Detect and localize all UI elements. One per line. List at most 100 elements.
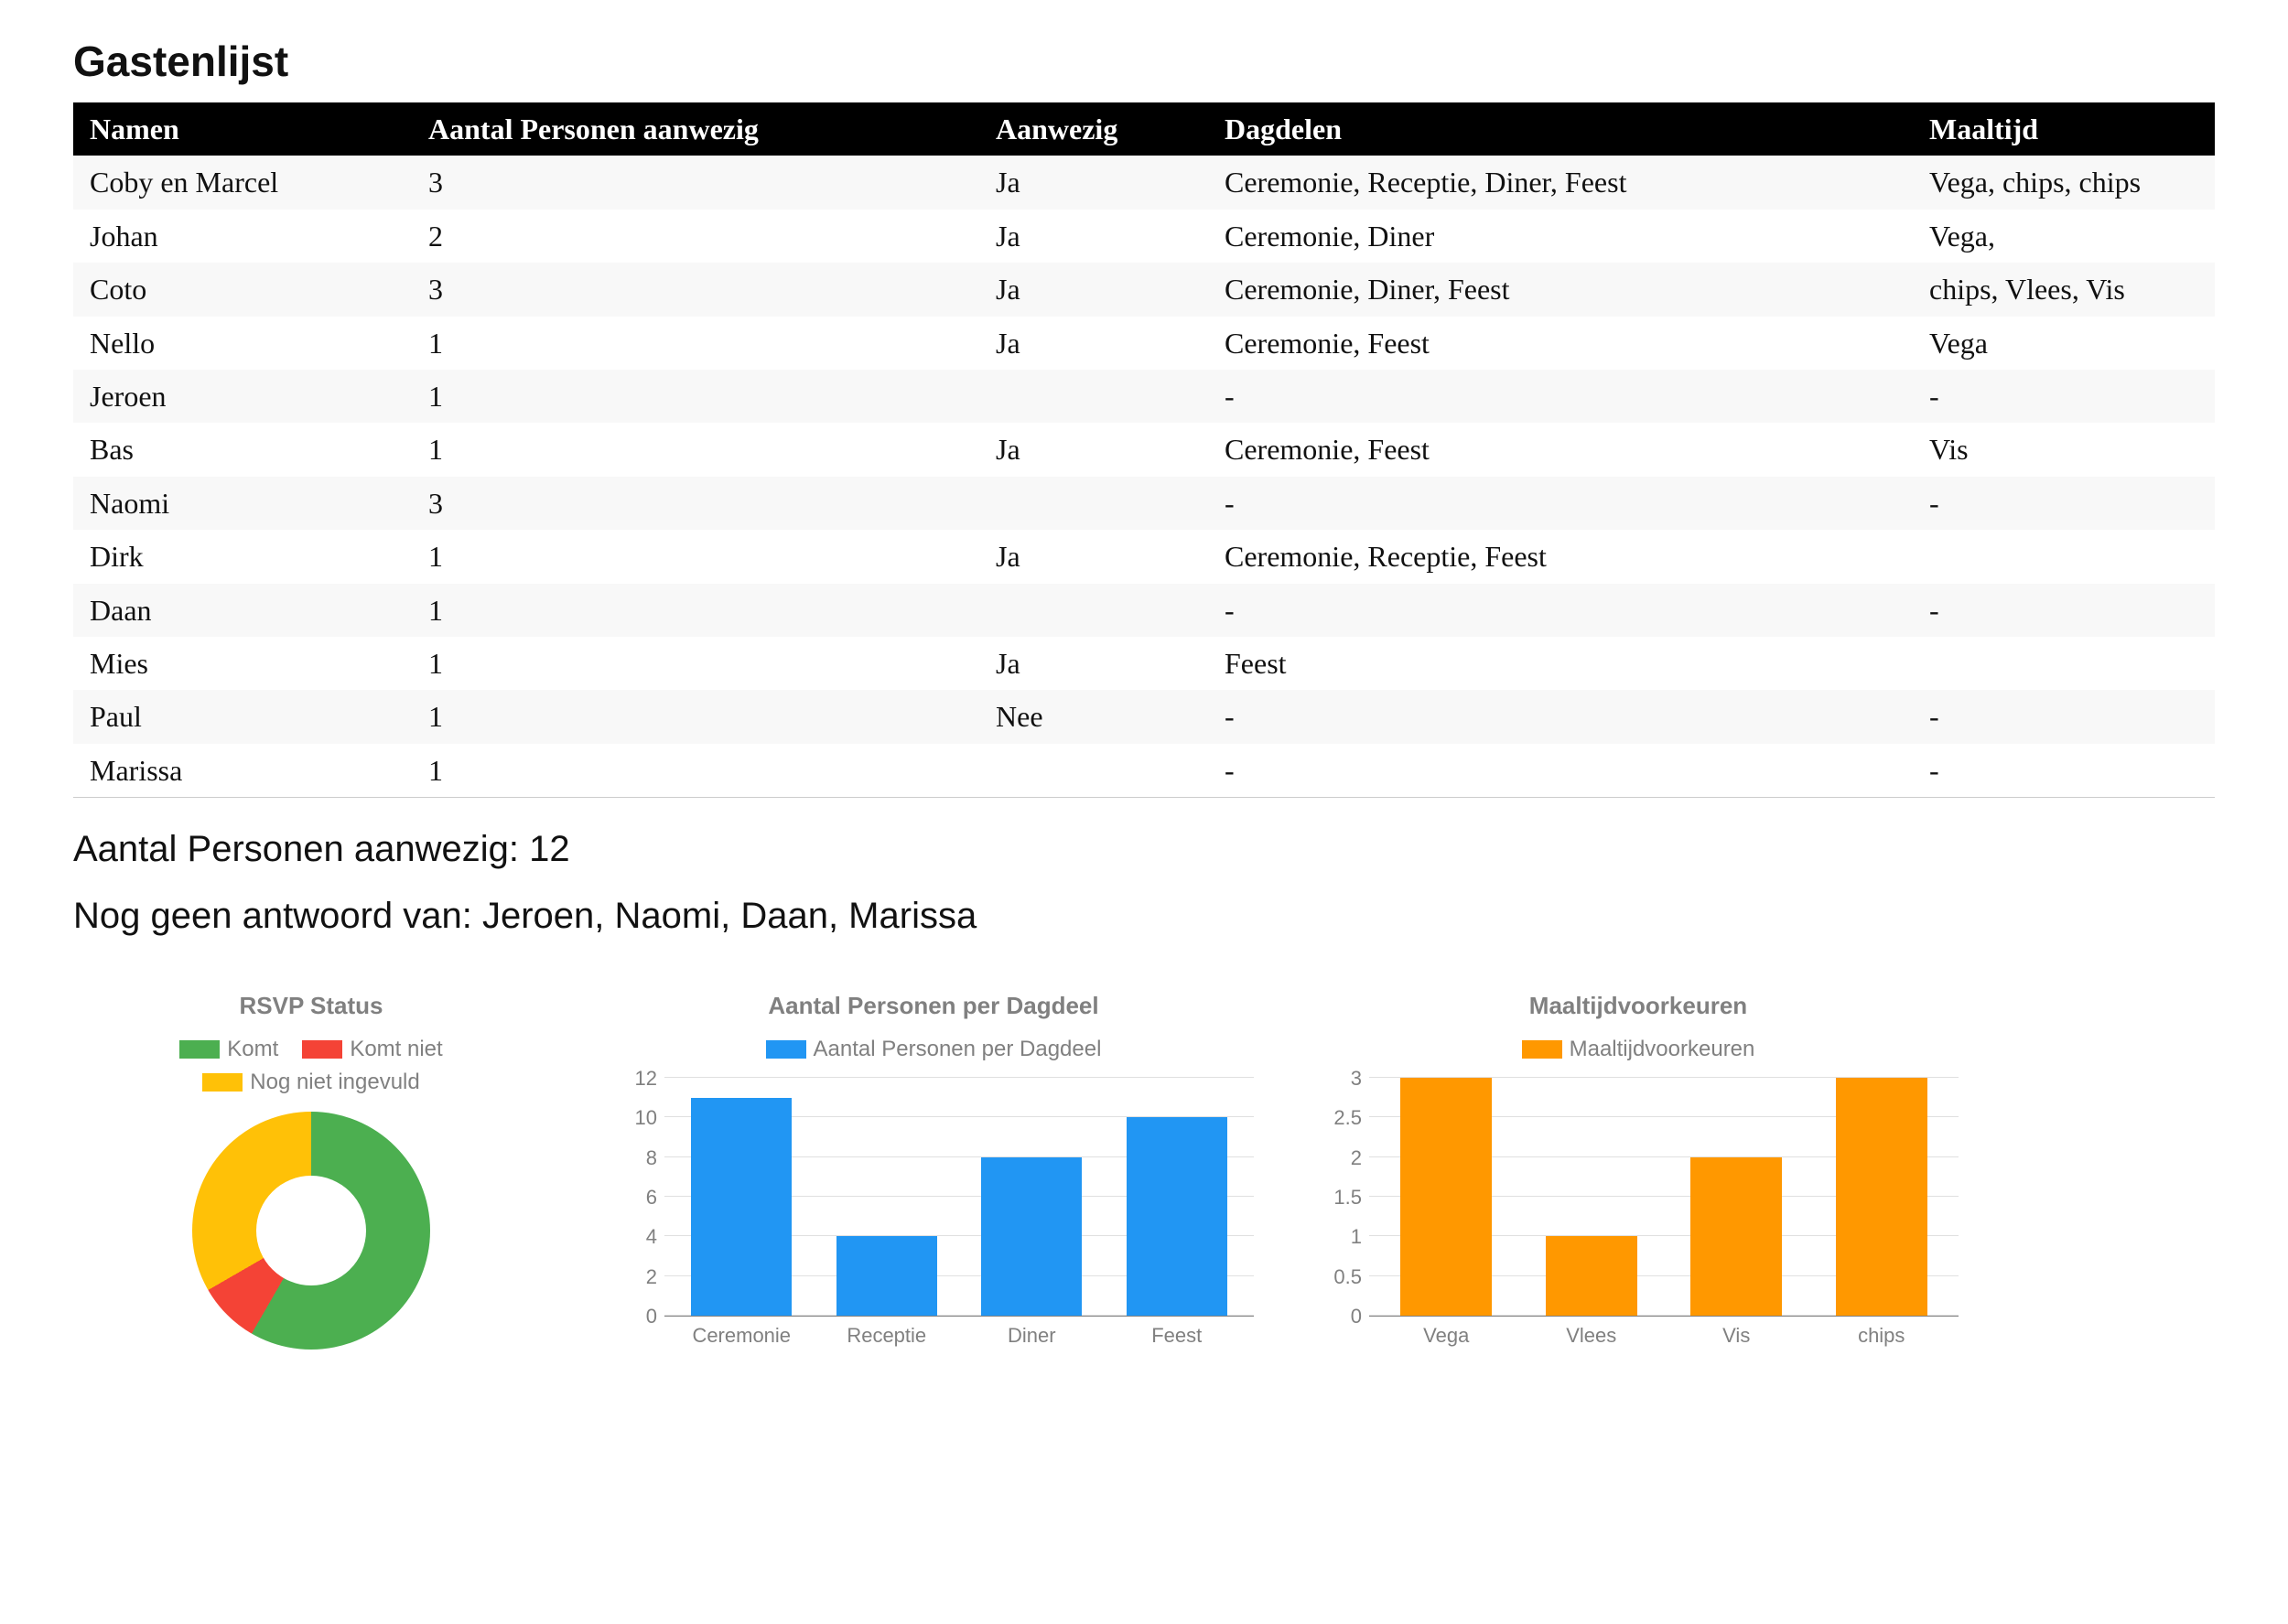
th-maaltijd: Maaltijd (1913, 102, 2215, 156)
ytick: 0.5 (1333, 1265, 1362, 1289)
legend-label: Maaltijdvoorkeuren (1570, 1037, 1755, 1062)
ytick: 4 (646, 1225, 657, 1249)
legend-label: Komt niet (350, 1037, 442, 1062)
cell-maaltijd (1913, 637, 2215, 690)
cell-naam: Dirk (73, 530, 412, 583)
ytick: 12 (635, 1067, 657, 1091)
cell-maaltijd: - (1913, 370, 2215, 423)
cell-aanwezig (979, 584, 1208, 637)
summary-attending: Aantal Personen aanwezig: 12 (73, 829, 2215, 870)
cell-aanwezig (979, 744, 1208, 798)
th-dagdelen: Dagdelen (1208, 102, 1913, 156)
table-row: Jeroen1-- (73, 370, 2215, 423)
cell-maaltijd: Vega, (1913, 210, 2215, 263)
cell-aantal: 2 (412, 210, 979, 263)
cell-dagdelen: Ceremonie, Diner, Feest (1208, 263, 1913, 316)
summary-noresponse-label: Nog geen antwoord van: (73, 896, 472, 936)
xtick: Vlees (1546, 1324, 1637, 1348)
bar (1690, 1157, 1782, 1316)
cell-dagdelen: - (1208, 690, 1913, 743)
cell-naam: Nello (73, 317, 412, 370)
ytick: 2 (1351, 1146, 1362, 1170)
summary-noresponse-names: Jeroen, Naomi, Daan, Marissa (482, 896, 977, 936)
bar (836, 1236, 937, 1316)
ytick: 2.5 (1333, 1106, 1362, 1130)
chart-title: Aantal Personen per Dagdeel (613, 992, 1254, 1020)
cell-aanwezig: Ja (979, 423, 1208, 476)
cell-maaltijd: Vis (1913, 423, 2215, 476)
cell-naam: Johan (73, 210, 412, 263)
table-row: Coto3JaCeremonie, Diner, Feestchips, Vle… (73, 263, 2215, 316)
cell-dagdelen: Ceremonie, Receptie, Diner, Feest (1208, 156, 1913, 209)
legend-swatch (179, 1040, 220, 1059)
cell-aantal: 3 (412, 477, 979, 530)
ytick: 2 (646, 1265, 657, 1289)
summary-noresponse: Nog geen antwoord van: Jeroen, Naomi, Da… (73, 896, 2215, 937)
cell-aanwezig (979, 370, 1208, 423)
cell-aanwezig: Ja (979, 156, 1208, 209)
cell-aantal: 1 (412, 530, 979, 583)
cell-aantal: 3 (412, 156, 979, 209)
page-title: Gastenlijst (73, 37, 2215, 86)
ytick: 3 (1351, 1067, 1362, 1091)
bar (1836, 1078, 1927, 1316)
cell-naam: Naomi (73, 477, 412, 530)
summary-attending-label: Aantal Personen aanwezig: (73, 829, 519, 869)
xtick: Vega (1400, 1324, 1492, 1348)
cell-aanwezig: Ja (979, 317, 1208, 370)
table-row: Paul1Nee-- (73, 690, 2215, 743)
cell-maaltijd: - (1913, 690, 2215, 743)
legend-label: Nog niet ingevuld (250, 1070, 419, 1095)
cell-dagdelen: Ceremonie, Feest (1208, 317, 1913, 370)
table-row: Nello1JaCeremonie, FeestVega (73, 317, 2215, 370)
xtick: Ceremonie (691, 1324, 792, 1348)
table-row: Bas1JaCeremonie, FeestVis (73, 423, 2215, 476)
cell-naam: Bas (73, 423, 412, 476)
th-namen: Namen (73, 102, 412, 156)
cell-dagdelen: Ceremonie, Diner (1208, 210, 1913, 263)
table-row: Mies1JaFeest (73, 637, 2215, 690)
cell-aanwezig: Ja (979, 530, 1208, 583)
cell-aantal: 1 (412, 637, 979, 690)
cell-maaltijd: chips, Vlees, Vis (1913, 263, 2215, 316)
summary-attending-value: 12 (529, 829, 570, 869)
legend-item: Komt niet (302, 1037, 442, 1062)
legend-item: Nog niet ingevuld (202, 1070, 419, 1095)
cell-naam: Jeroen (73, 370, 412, 423)
chart-maaltijd: Maaltijdvoorkeuren Maaltijdvoorkeuren 00… (1318, 992, 1959, 1348)
cell-aantal: 3 (412, 263, 979, 316)
cell-maaltijd: Vega, chips, chips (1913, 156, 2215, 209)
ytick: 0 (646, 1305, 657, 1328)
cell-dagdelen: - (1208, 744, 1913, 798)
ytick: 0 (1351, 1305, 1362, 1328)
legend-label: Komt (227, 1037, 278, 1062)
donut-chart (192, 1112, 430, 1350)
legend-swatch (202, 1073, 243, 1092)
cell-aanwezig: Ja (979, 637, 1208, 690)
th-aantal: Aantal Personen aanwezig (412, 102, 979, 156)
chart-rsvp-status: RSVP Status KomtKomt nietNog niet ingevu… (73, 992, 549, 1350)
cell-naam: Marissa (73, 744, 412, 798)
chart-dagdeel: Aantal Personen per Dagdeel Aantal Perso… (613, 992, 1254, 1348)
legend-item: Maaltijdvoorkeuren (1522, 1037, 1755, 1062)
bar (1546, 1236, 1637, 1316)
bar (691, 1098, 792, 1316)
cell-maaltijd: - (1913, 584, 2215, 637)
xtick: Feest (1127, 1324, 1227, 1348)
legend-label: Aantal Personen per Dagdeel (814, 1037, 1102, 1062)
legend-swatch (1522, 1040, 1562, 1059)
legend-item: Komt (179, 1037, 278, 1062)
cell-dagdelen: - (1208, 370, 1913, 423)
table-row: Marissa1-- (73, 744, 2215, 798)
table-row: Dirk1JaCeremonie, Receptie, Feest (73, 530, 2215, 583)
cell-dagdelen: - (1208, 477, 1913, 530)
legend-item: Aantal Personen per Dagdeel (766, 1037, 1102, 1062)
ytick: 1 (1351, 1225, 1362, 1249)
cell-aantal: 1 (412, 690, 979, 743)
bar (1127, 1117, 1227, 1316)
bar (981, 1157, 1082, 1316)
table-row: Coby en Marcel3JaCeremonie, Receptie, Di… (73, 156, 2215, 209)
cell-maaltijd: - (1913, 477, 2215, 530)
ytick: 1.5 (1333, 1186, 1362, 1210)
table-row: Daan1-- (73, 584, 2215, 637)
